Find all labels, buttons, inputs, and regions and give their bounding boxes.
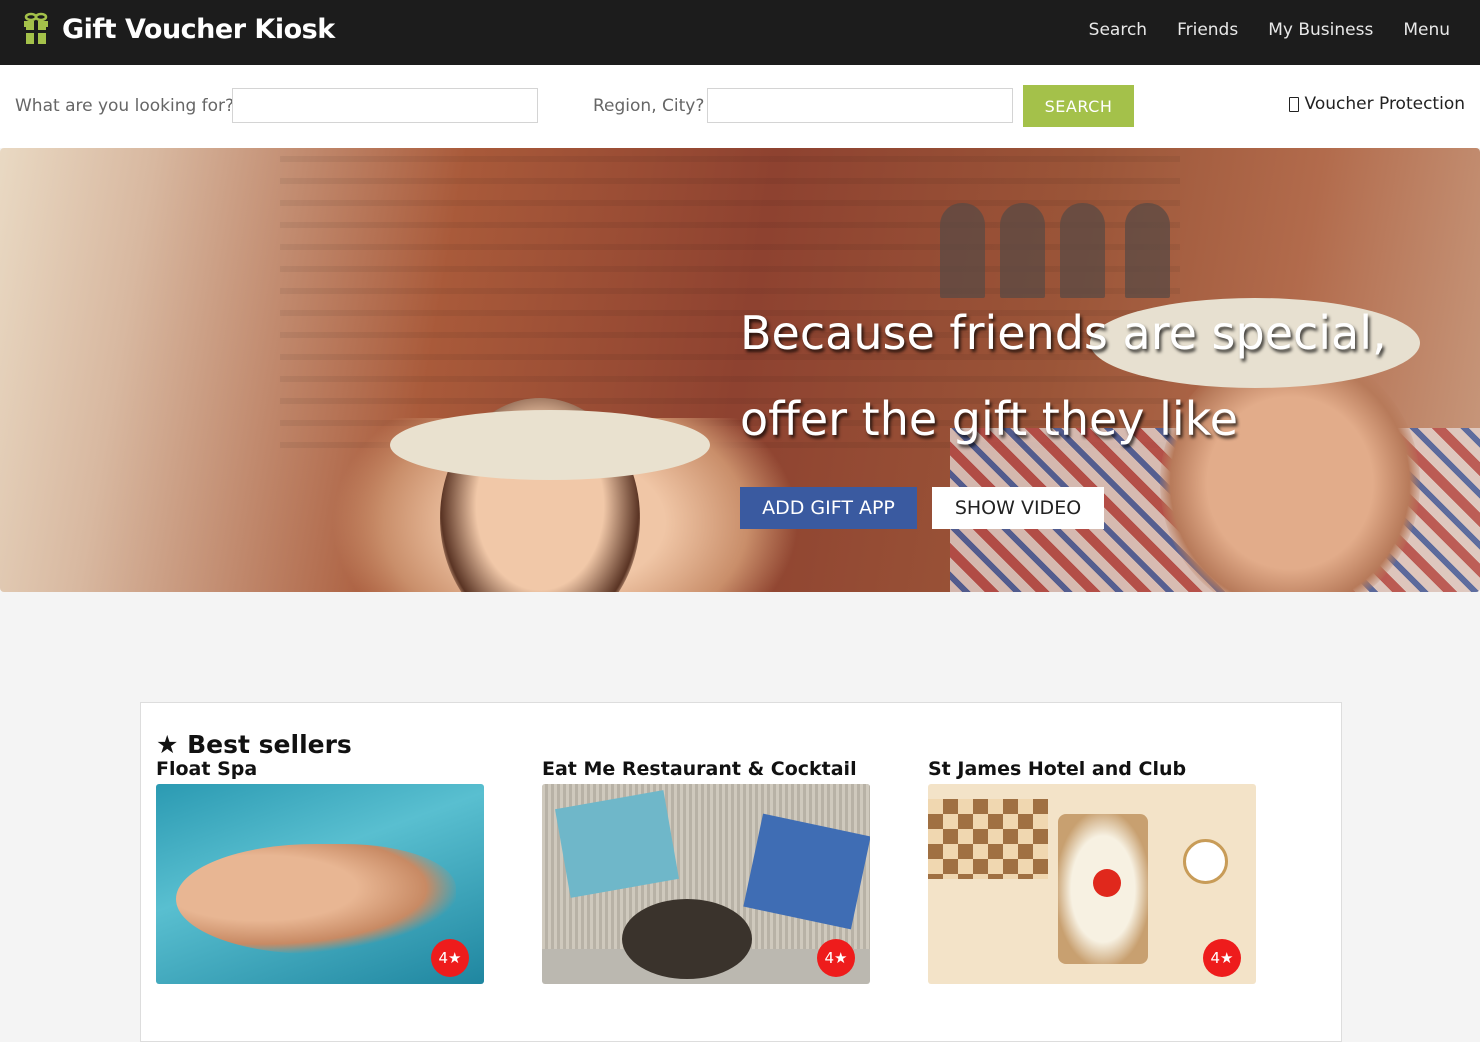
region-label: Region, City? [593, 96, 705, 116]
best-seller-card[interactable]: Eat Me Restaurant & Cocktail 4★ [542, 758, 870, 984]
top-navbar: Gift Voucher Kiosk Search Friends My Bus… [0, 0, 1480, 65]
voucher-protection-link[interactable]: Voucher Protection [1288, 94, 1465, 114]
best-sellers-panel: ★ Best sellers Float Spa 4★ Eat Me Resta… [140, 702, 1342, 1042]
chess-board-photo [928, 799, 1048, 879]
food-pan [622, 899, 752, 979]
hero-line-1: Because friends are special, [740, 306, 1387, 360]
card-title[interactable]: Eat Me Restaurant & Cocktail [542, 758, 870, 784]
nav-my-business[interactable]: My Business [1268, 20, 1373, 40]
show-video-button[interactable]: SHOW VIDEO [932, 487, 1104, 529]
food-plate [555, 790, 679, 898]
best-seller-card[interactable]: St James Hotel and Club 4★ [928, 758, 1256, 984]
spa-photo [176, 844, 456, 954]
card-image[interactable]: 4★ [542, 784, 870, 984]
what-input[interactable] [232, 88, 538, 123]
tea-cup-photo [1183, 839, 1228, 884]
rating-badge: 4★ [431, 939, 469, 977]
hero-window [1000, 203, 1045, 298]
card-image[interactable]: 4★ [156, 784, 484, 984]
nav-menu[interactable]: Menu [1403, 20, 1450, 40]
hero-headline: Because friends are special, offer the g… [740, 290, 1387, 462]
main-nav: Search Friends My Business Menu [1089, 20, 1450, 40]
nav-friends[interactable]: Friends [1177, 20, 1238, 40]
card-title[interactable]: St James Hotel and Club [928, 758, 1256, 784]
voucher-protection-label: Voucher Protection [1304, 94, 1465, 114]
gift-icon [22, 12, 50, 46]
search-button[interactable]: SEARCH [1023, 85, 1134, 127]
best-seller-card[interactable]: Float Spa 4★ [156, 758, 484, 984]
add-gift-app-button[interactable]: ADD GIFT APP [740, 487, 917, 529]
card-title[interactable]: Float Spa [156, 758, 484, 784]
search-bar: What are you looking for? Region, City? … [0, 65, 1480, 148]
brand[interactable]: Gift Voucher Kiosk [22, 12, 335, 46]
rating-badge: 4★ [1203, 939, 1241, 977]
rating-badge: 4★ [817, 939, 855, 977]
hero-woman-hat [390, 410, 710, 480]
flower-photo [1093, 869, 1121, 897]
hero-line-2: offer the gift they like [740, 392, 1239, 446]
region-input[interactable] [707, 88, 1013, 123]
hero-window [1125, 203, 1170, 298]
what-label: What are you looking for? [15, 96, 235, 116]
hero-window [1060, 203, 1105, 298]
card-image[interactable]: 4★ [928, 784, 1256, 984]
brand-title: Gift Voucher Kiosk [62, 13, 335, 45]
shield-icon [1288, 96, 1299, 112]
hero-window [940, 203, 985, 298]
best-sellers-title: ★ Best sellers [156, 730, 352, 759]
nav-search[interactable]: Search [1089, 20, 1147, 40]
